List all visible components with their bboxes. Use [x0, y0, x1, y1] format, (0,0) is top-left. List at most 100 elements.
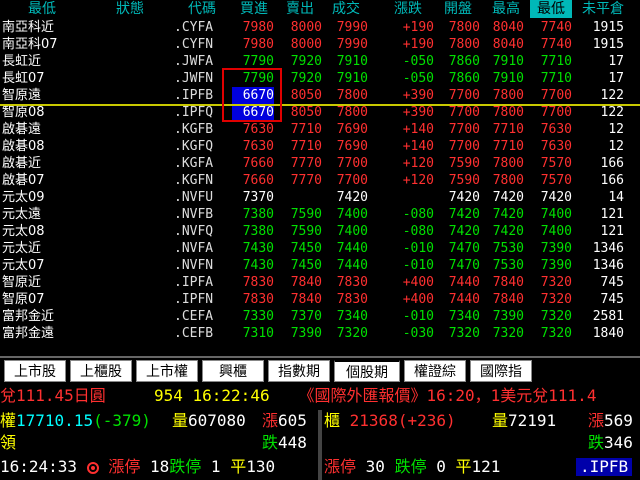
code-cell[interactable]: .IPFA: [174, 274, 230, 291]
change-cell[interactable]: -010: [384, 257, 434, 274]
header-col-status[interactable]: 狀態: [104, 0, 156, 18]
table-row[interactable]: 智原07 .IPFN 7830 7840 7830 +400 7440 7840 7320 745: [0, 291, 640, 308]
low-cell[interactable]: 7390: [532, 257, 572, 274]
code-cell[interactable]: .CEFB: [174, 325, 230, 342]
ask-cell[interactable]: 8050: [280, 104, 322, 121]
change-cell[interactable]: -080: [384, 223, 434, 240]
header-col-code[interactable]: 代碼: [176, 0, 228, 18]
ask-cell[interactable]: 7770: [280, 155, 322, 172]
high-cell[interactable]: 7530: [484, 257, 524, 274]
change-cell[interactable]: -080: [384, 206, 434, 223]
bid-cell[interactable]: 7660: [232, 172, 274, 189]
current-code-badge[interactable]: .IPFB: [576, 458, 633, 476]
high-cell[interactable]: 7910: [484, 53, 524, 70]
bid-cell[interactable]: 7830: [232, 274, 274, 291]
ask-cell[interactable]: 7390: [280, 325, 322, 342]
low-cell[interactable]: 7710: [532, 53, 572, 70]
name-cell[interactable]: 智原07: [2, 291, 77, 308]
ask-cell[interactable]: 7590: [280, 206, 322, 223]
open-interest-cell[interactable]: 1840: [576, 325, 624, 342]
high-cell[interactable]: 7800: [484, 87, 524, 104]
table-row[interactable]: 元太09 .NVFU 7370 7420 7420 7420 7420 14: [0, 189, 640, 206]
high-cell[interactable]: 7320: [484, 325, 524, 342]
open-cell[interactable]: 7470: [436, 240, 480, 257]
table-row[interactable]: 富邦金遠 .CEFB 7310 7390 7320 -030 7320 7320 7320 184…: [0, 325, 640, 342]
change-cell[interactable]: +140: [384, 138, 434, 155]
ask-cell[interactable]: 8050: [280, 87, 322, 104]
ask-cell[interactable]: 8000: [280, 36, 322, 53]
ask-cell[interactable]: 7450: [280, 240, 322, 257]
name-cell[interactable]: 元太09: [2, 189, 77, 206]
last-cell[interactable]: 7800: [326, 104, 368, 121]
last-cell[interactable]: 7440: [326, 240, 368, 257]
open-interest-cell[interactable]: 1915: [576, 36, 624, 53]
open-interest-cell[interactable]: 122: [576, 87, 624, 104]
name-cell[interactable]: 啟碁08: [2, 138, 77, 155]
bid-cell[interactable]: 7430: [232, 257, 274, 274]
name-cell[interactable]: 南亞科07: [2, 36, 77, 53]
low-cell[interactable]: 7630: [532, 121, 572, 138]
header-col-high[interactable]: 最高: [484, 0, 528, 18]
high-cell[interactable]: 7840: [484, 274, 524, 291]
bid-cell[interactable]: 7330: [232, 308, 274, 325]
code-cell[interactable]: .NVFB: [174, 206, 230, 223]
open-cell[interactable]: 7420: [436, 206, 480, 223]
bid-cell[interactable]: 7830: [232, 291, 274, 308]
low-cell[interactable]: 7700: [532, 87, 572, 104]
open-interest-cell[interactable]: 122: [576, 104, 624, 121]
open-interest-cell[interactable]: 12: [576, 138, 624, 155]
high-cell[interactable]: 7420: [484, 223, 524, 240]
open-cell[interactable]: 7700: [436, 121, 480, 138]
bid-cell[interactable]: 7370: [232, 189, 274, 206]
open-cell[interactable]: 7860: [436, 53, 480, 70]
open-interest-cell[interactable]: 17: [576, 70, 624, 87]
open-cell[interactable]: 7420: [436, 189, 480, 206]
table-row[interactable]: 元太07 .NVFN 7430 7450 7440 -010 7470 7530 7390 134…: [0, 257, 640, 274]
open-interest-cell[interactable]: 121: [576, 206, 624, 223]
tab-listed-stocks[interactable]: 上市股: [4, 360, 66, 382]
open-cell[interactable]: 7700: [436, 104, 480, 121]
ask-cell[interactable]: 7710: [280, 121, 322, 138]
bid-cell[interactable]: 7630: [232, 138, 274, 155]
open-cell[interactable]: 7470: [436, 257, 480, 274]
tab-listed-warrants[interactable]: 上市權: [136, 360, 198, 382]
ask-cell[interactable]: 7920: [280, 53, 322, 70]
table-row[interactable]: 智原近 .IPFA 7830 7840 7830 +400 7440 7840 7320 745: [0, 274, 640, 291]
tab-emerging[interactable]: 興櫃: [202, 360, 264, 382]
ask-cell[interactable]: 7840: [280, 274, 322, 291]
ask-cell[interactable]: 7840: [280, 291, 322, 308]
ask-cell[interactable]: 7920: [280, 70, 322, 87]
change-cell[interactable]: -050: [384, 53, 434, 70]
high-cell[interactable]: 7840: [484, 291, 524, 308]
change-cell[interactable]: -030: [384, 325, 434, 342]
table-row[interactable]: 智原08 .IPFQ 6670 8050 7800 +390 7700 7800 7700 122: [0, 104, 640, 121]
change-cell[interactable]: -050: [384, 70, 434, 87]
low-cell[interactable]: 7400: [532, 206, 572, 223]
bid-cell[interactable]: 7630: [232, 121, 274, 138]
tab-warrant-summary[interactable]: 權證綜: [404, 360, 466, 382]
change-cell[interactable]: +400: [384, 291, 434, 308]
low-cell[interactable]: 7570: [532, 172, 572, 189]
table-row[interactable]: 長虹近 .JWFA 7790 7920 7910 -050 7860 7910 7710 17: [0, 53, 640, 70]
last-cell[interactable]: 7990: [326, 19, 368, 36]
bid-cell[interactable]: 7980: [232, 19, 274, 36]
bid-cell[interactable]: 7660: [232, 155, 274, 172]
last-cell[interactable]: 7800: [326, 87, 368, 104]
high-cell[interactable]: 7800: [484, 172, 524, 189]
change-cell[interactable]: +120: [384, 155, 434, 172]
name-cell[interactable]: 啟碁07: [2, 172, 77, 189]
high-cell[interactable]: 7710: [484, 121, 524, 138]
low-cell[interactable]: 7740: [532, 19, 572, 36]
bid-cell[interactable]: 7310: [232, 325, 274, 342]
record-icon[interactable]: [86, 461, 99, 474]
last-cell[interactable]: 7400: [326, 206, 368, 223]
last-cell[interactable]: 7440: [326, 257, 368, 274]
last-cell[interactable]: 7690: [326, 121, 368, 138]
last-cell[interactable]: 7910: [326, 70, 368, 87]
open-cell[interactable]: 7800: [436, 36, 480, 53]
code-cell[interactable]: .CYFA: [174, 19, 230, 36]
high-cell[interactable]: 7800: [484, 155, 524, 172]
header-col-last[interactable]: 成交: [324, 0, 368, 18]
open-interest-cell[interactable]: 166: [576, 155, 624, 172]
high-cell[interactable]: 7420: [484, 189, 524, 206]
